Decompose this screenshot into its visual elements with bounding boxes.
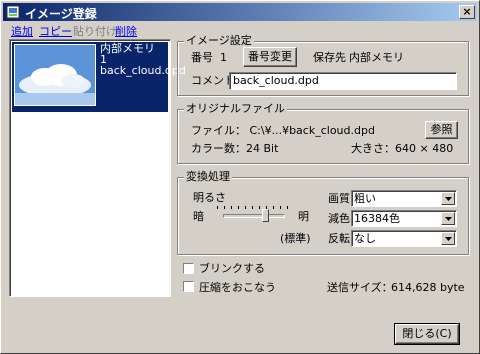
slider-tick [231, 206, 232, 209]
chevron-down-icon[interactable] [441, 232, 455, 245]
dark-label: 暗 [193, 210, 204, 223]
menu-copy[interactable]: コピー [39, 23, 72, 39]
list-item-details: 内部メモリ 1 back_cloud.dpd [100, 43, 186, 76]
slider-tick [238, 206, 239, 209]
color-count: カラー数：24 Bit [191, 142, 279, 155]
original-file-label: オリジナルファイル [184, 102, 287, 116]
blink-label: ブリンクする [199, 262, 265, 275]
file-path: ファイル： C:\¥...¥back_cloud.dpd [191, 124, 375, 137]
list-item-filename: back_cloud.dpd [100, 64, 186, 77]
storage-label: 保存先 [313, 51, 346, 64]
list-item[interactable]: 内部メモリ 1 back_cloud.dpd [12, 42, 186, 112]
storage-value: 内部メモリ [349, 51, 404, 64]
number-label: 番号 [191, 51, 213, 64]
title-bar[interactable]: イメージ登録 × [3, 3, 477, 21]
invert-label: 反転 [328, 232, 350, 245]
standard-label: (標準) [280, 232, 311, 245]
close-button[interactable]: 閉じる(C) [394, 323, 460, 345]
slider-thumb[interactable] [262, 209, 269, 222]
slider-track [223, 214, 285, 218]
window-title: イメージ登録 [25, 7, 97, 21]
slider-tick [259, 206, 260, 209]
browse-button[interactable]: 参照 [425, 121, 458, 139]
send-size-value: 614,628 byte [391, 281, 465, 294]
chevron-down-icon[interactable] [441, 192, 455, 205]
slider-tick [280, 206, 281, 209]
slider-tick [273, 206, 274, 209]
color-reduction-value: 16384色 [354, 212, 400, 225]
brightness-label: 明るさ [193, 191, 226, 204]
blink-checkbox[interactable] [183, 263, 194, 274]
change-number-button[interactable]: 番号変更 [243, 47, 297, 67]
close-icon[interactable]: × [459, 5, 475, 19]
color-reduction-label: 減色 [328, 212, 350, 225]
menu-paste[interactable]: 貼り付け [73, 23, 117, 39]
comment-field[interactable]: back_cloud.dpd [229, 72, 457, 90]
app-icon [6, 4, 22, 20]
slider-tick [245, 206, 246, 209]
image-settings-label: イメージ設定 [184, 34, 254, 48]
slider-tick [224, 206, 225, 209]
quality-select[interactable]: 粗い [351, 190, 457, 207]
slider-tick [217, 206, 218, 209]
cloud-thumbnail [14, 44, 96, 106]
compress-label: 圧縮をおこなう [199, 281, 276, 294]
quality-label: 画質 [328, 192, 350, 205]
color-reduction-select[interactable]: 16384色 [351, 210, 457, 227]
image-size: 大きさ：640 × 480 [351, 142, 454, 155]
menu-delete[interactable]: 削除 [115, 23, 137, 39]
compress-checkbox[interactable] [183, 281, 194, 292]
send-size-label: 送信サイズ： [327, 281, 393, 294]
invert-value: なし [354, 232, 376, 245]
slider-tick [287, 206, 288, 209]
invert-select[interactable]: なし [351, 230, 457, 247]
bright-label: 明 [298, 210, 309, 223]
chevron-down-icon[interactable] [441, 212, 455, 225]
image-register-window: イメージ登録 × 追加 コピー 貼り付け 削除 内部メモリ 1 back_clo… [0, 0, 480, 354]
number-value: 1 [220, 51, 227, 64]
conversion-label: 変換処理 [184, 170, 232, 184]
slider-tick [252, 206, 253, 209]
list-item-storage: 内部メモリ [100, 42, 155, 55]
image-list[interactable]: 内部メモリ 1 back_cloud.dpd [9, 39, 186, 297]
menu-add[interactable]: 追加 [11, 23, 33, 39]
quality-value: 粗い [354, 192, 376, 205]
